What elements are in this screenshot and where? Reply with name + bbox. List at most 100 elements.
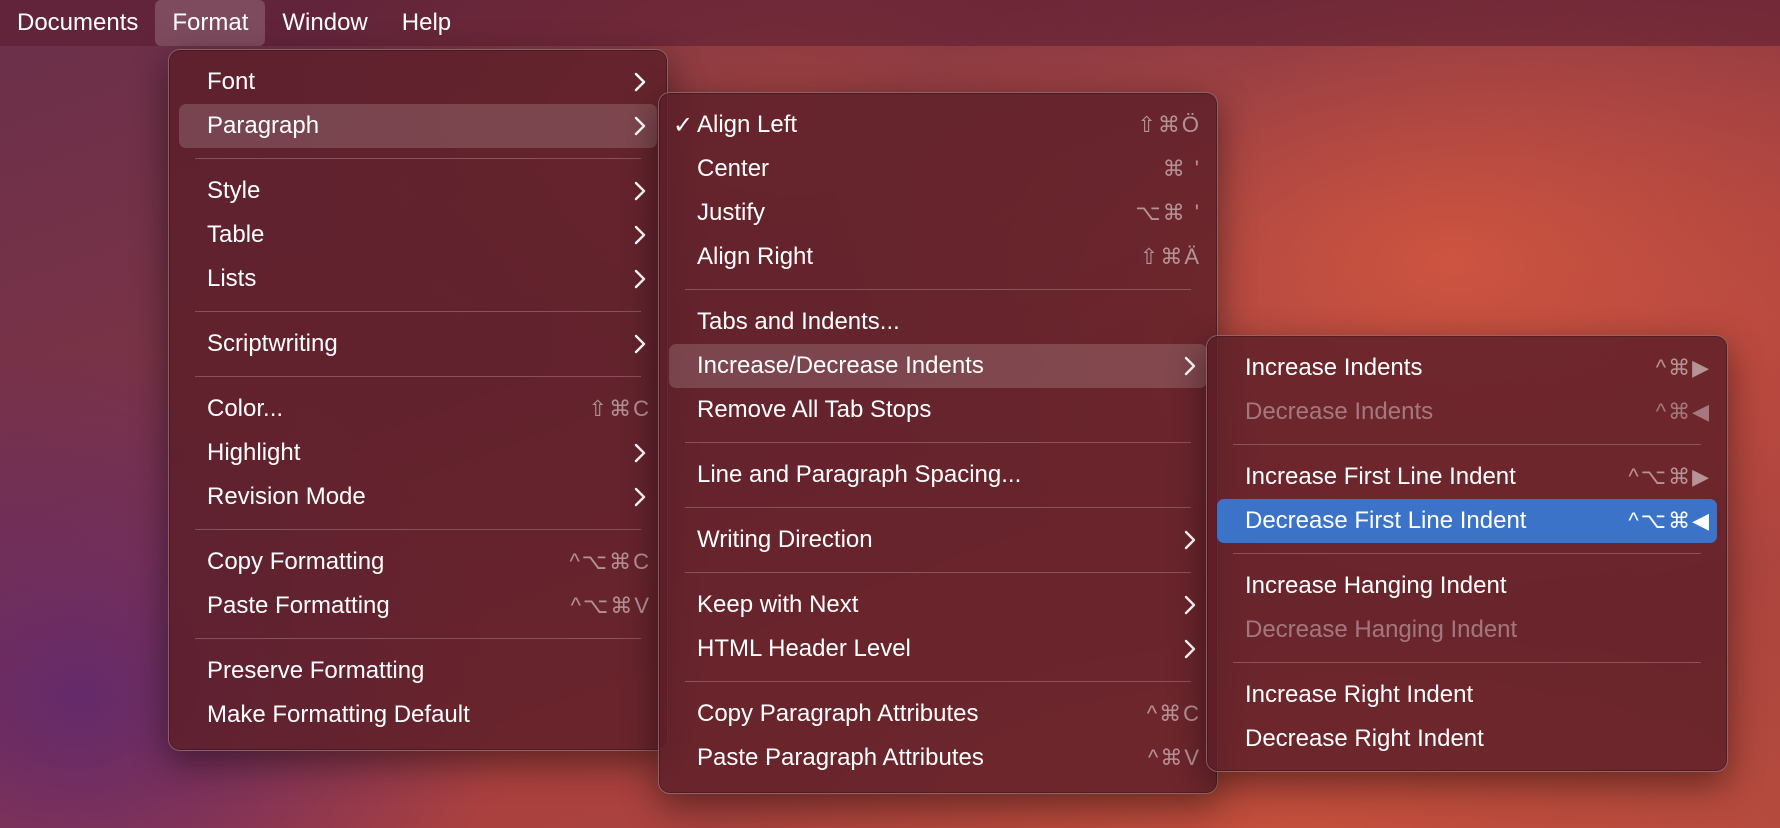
menu-item-scriptwriting[interactable]: Scriptwriting — [179, 322, 657, 366]
menu-separator — [195, 638, 641, 639]
menu-item-copy-paragraph-attributes[interactable]: Copy Paragraph Attributes ^⌘C — [669, 692, 1207, 736]
keyboard-shortcut: ⇧⌘Ä — [1139, 244, 1201, 269]
menu-separator — [1233, 662, 1701, 663]
format-menu: Font Paragraph Style Table Lists Scriptw… — [168, 49, 668, 751]
menu-item-writing-direction[interactable]: Writing Direction — [669, 518, 1207, 562]
menu-item-label: Style — [207, 177, 261, 204]
menu-item-label: Font — [207, 68, 256, 95]
menu-item-label: Align Right — [697, 243, 814, 270]
menu-item-label: Paragraph — [207, 112, 320, 139]
chevron-right-icon — [623, 225, 657, 245]
keyboard-shortcut: ^⌘V — [1148, 745, 1201, 770]
menu-item-decrease-indents[interactable]: Decrease Indents ^⌘◀ — [1217, 390, 1717, 434]
menu-item-label: Revision Mode — [207, 483, 366, 510]
menu-separator — [195, 311, 641, 312]
menu-item-label: Decrease First Line Indent — [1245, 507, 1527, 534]
menu-item-color[interactable]: Color... ⇧⌘C — [179, 387, 657, 431]
chevron-right-icon — [623, 269, 657, 289]
menu-item-label: Paste Paragraph Attributes — [697, 744, 984, 771]
menu-item-style[interactable]: Style — [179, 169, 657, 213]
menu-item-label: Justify — [697, 199, 766, 226]
menu-item-decrease-right-indent[interactable]: Decrease Right Indent — [1217, 717, 1717, 761]
menu-item-make-formatting-default[interactable]: Make Formatting Default — [179, 693, 657, 737]
menu-item-label: Increase Hanging Indent — [1245, 572, 1507, 599]
menu-item-label: Copy Paragraph Attributes — [697, 700, 979, 727]
menu-item-paragraph[interactable]: Paragraph — [179, 104, 657, 148]
menu-item-label: Decrease Hanging Indent — [1245, 616, 1518, 643]
menu-item-label: Scriptwriting — [207, 330, 338, 357]
menu-item-justify[interactable]: Justify ⌥⌘ ' — [669, 191, 1207, 235]
menu-item-copy-formatting[interactable]: Copy Formatting ^⌥⌘C — [179, 540, 657, 584]
menu-item-increase-hanging-indent[interactable]: Increase Hanging Indent — [1217, 564, 1717, 608]
menu-item-label: Preserve Formatting — [207, 657, 425, 684]
menu-item-align-right[interactable]: Align Right ⇧⌘Ä — [669, 235, 1207, 279]
chevron-right-icon — [1173, 530, 1207, 550]
menu-item-remove-all-tab-stops[interactable]: Remove All Tab Stops — [669, 388, 1207, 432]
menu-item-table[interactable]: Table — [179, 213, 657, 257]
chevron-right-icon — [623, 72, 657, 92]
paragraph-submenu: ✓ Align Left ⇧⌘Ö Center ⌘ ' Justify ⌥⌘ '… — [658, 92, 1218, 794]
menu-item-label: Increase First Line Indent — [1245, 463, 1516, 490]
menu-item-label: Tabs and Indents... — [697, 308, 900, 335]
keyboard-shortcut: ⇧⌘Ö — [1137, 112, 1201, 137]
chevron-right-icon — [623, 116, 657, 136]
chevron-right-icon — [1173, 639, 1207, 659]
chevron-right-icon — [1173, 356, 1207, 376]
menu-item-label: Writing Direction — [697, 526, 873, 553]
menu-item-font[interactable]: Font — [179, 60, 657, 104]
menu-item-align-left[interactable]: ✓ Align Left ⇧⌘Ö — [669, 103, 1207, 147]
menu-item-tabs-and-indents[interactable]: Tabs and Indents... — [669, 300, 1207, 344]
menu-item-center[interactable]: Center ⌘ ' — [669, 147, 1207, 191]
menu-item-html-header-level[interactable]: HTML Header Level — [669, 627, 1207, 671]
menu-separator — [685, 442, 1191, 443]
menu-item-highlight[interactable]: Highlight — [179, 431, 657, 475]
menu-separator — [195, 529, 641, 530]
menu-item-increase-first-line-indent[interactable]: Increase First Line Indent ^⌥⌘▶ — [1217, 455, 1717, 499]
menu-item-preserve-formatting[interactable]: Preserve Formatting — [179, 649, 657, 693]
menu-separator — [1233, 444, 1701, 445]
checkmark-icon: ✓ — [672, 111, 694, 139]
menu-item-label: Increase Indents — [1245, 354, 1423, 381]
menu-item-label: Increase/Decrease Indents — [697, 352, 984, 379]
menu-item-label: Decrease Indents — [1245, 398, 1434, 425]
menu-item-label: Paste Formatting — [207, 592, 390, 619]
menu-item-label: Keep with Next — [697, 591, 859, 618]
menu-item-decrease-hanging-indent[interactable]: Decrease Hanging Indent — [1217, 608, 1717, 652]
menubar-documents[interactable]: Documents — [0, 0, 155, 46]
menu-item-label: Highlight — [207, 439, 301, 466]
menu-item-increase-indents[interactable]: Increase Indents ^⌘▶ — [1217, 346, 1717, 390]
menu-separator — [195, 376, 641, 377]
keyboard-shortcut: ^⌘◀ — [1655, 399, 1711, 424]
menu-item-label: Color... — [207, 395, 284, 422]
menu-item-label: Increase Right Indent — [1245, 681, 1474, 708]
chevron-right-icon — [623, 487, 657, 507]
menu-item-label: Center — [697, 155, 770, 182]
menu-item-keep-with-next[interactable]: Keep with Next — [669, 583, 1207, 627]
menu-item-revision-mode[interactable]: Revision Mode — [179, 475, 657, 519]
menubar-help[interactable]: Help — [385, 0, 468, 46]
menu-separator — [685, 572, 1191, 573]
menu-item-label: Remove All Tab Stops — [697, 396, 932, 423]
menu-item-paste-formatting[interactable]: Paste Formatting ^⌥⌘V — [179, 584, 657, 628]
menubar-format[interactable]: Format — [155, 0, 266, 46]
menu-item-increase-right-indent[interactable]: Increase Right Indent — [1217, 673, 1717, 717]
keyboard-shortcut: ^⌥⌘V — [570, 593, 651, 618]
menu-item-label: Make Formatting Default — [207, 701, 470, 728]
menu-item-label: Decrease Right Indent — [1245, 725, 1484, 752]
chevron-right-icon — [623, 181, 657, 201]
indents-submenu: Increase Indents ^⌘▶ Decrease Indents ^⌘… — [1206, 335, 1728, 772]
keyboard-shortcut: ^⌥⌘C — [569, 549, 651, 574]
keyboard-shortcut: ⌥⌘ ' — [1135, 200, 1201, 225]
menu-item-paste-paragraph-attributes[interactable]: Paste Paragraph Attributes ^⌘V — [669, 736, 1207, 780]
menu-item-line-and-paragraph-spacing[interactable]: Line and Paragraph Spacing... — [669, 453, 1207, 497]
keyboard-shortcut: ^⌥⌘▶ — [1628, 464, 1711, 489]
menu-item-lists[interactable]: Lists — [179, 257, 657, 301]
menu-item-label: HTML Header Level — [697, 635, 911, 662]
menubar-window[interactable]: Window — [265, 0, 384, 46]
menu-item-decrease-first-line-indent[interactable]: Decrease First Line Indent ^⌥⌘◀ — [1217, 499, 1717, 543]
keyboard-shortcut: ^⌘C — [1146, 701, 1201, 726]
keyboard-shortcut: ⇧⌘C — [588, 396, 651, 421]
menu-item-label: Align Left — [697, 111, 798, 138]
menu-item-increase-decrease-indents[interactable]: Increase/Decrease Indents — [669, 344, 1207, 388]
menu-item-label: Copy Formatting — [207, 548, 385, 575]
